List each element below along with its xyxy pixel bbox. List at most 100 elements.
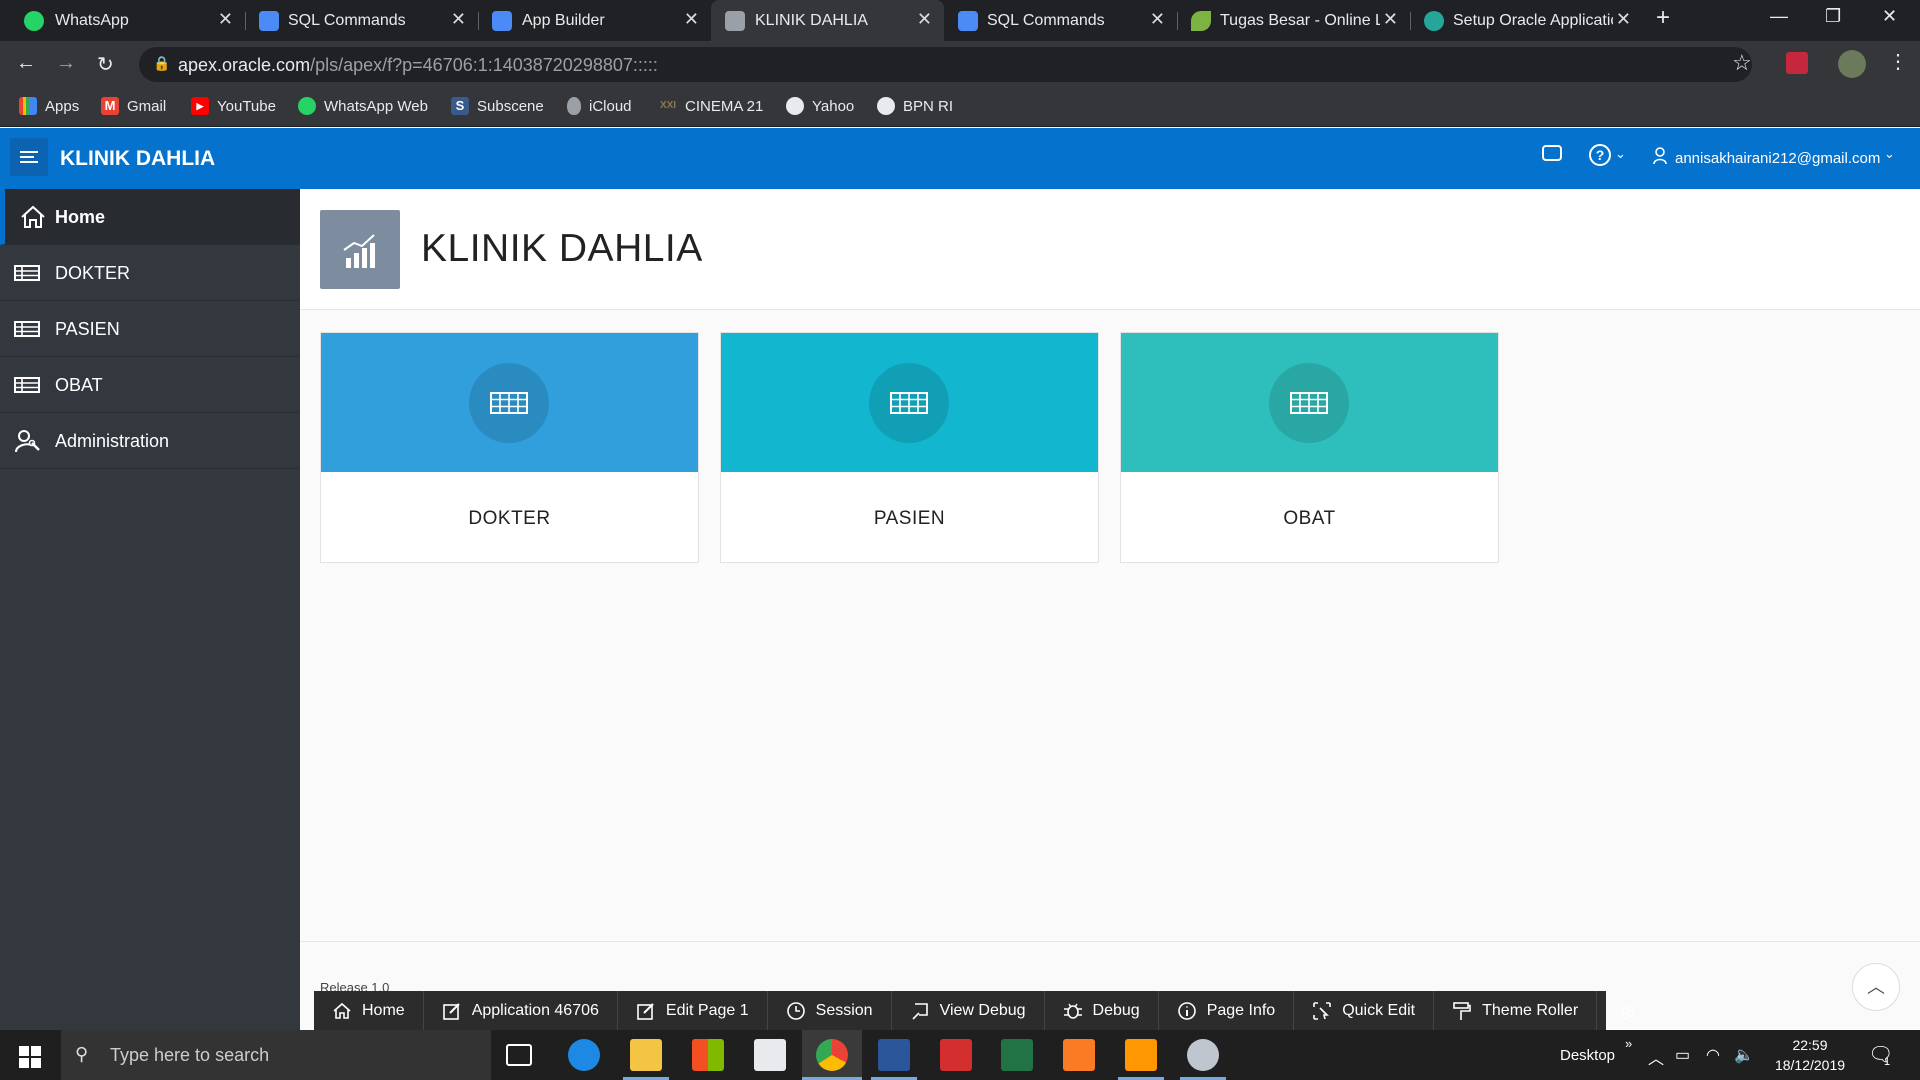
dev-session-button[interactable]: Session <box>768 991 892 1030</box>
tab-tugas-besar[interactable]: Tugas Besar - Online L ✕ <box>1177 0 1410 41</box>
chrome-icon[interactable] <box>816 1039 848 1071</box>
dev-application-button[interactable]: Application 46706 <box>424 991 618 1030</box>
volume-icon[interactable]: 🔈 <box>1734 1045 1754 1065</box>
wifi-icon[interactable]: ◠ <box>1706 1045 1720 1065</box>
card-icon-circle <box>869 363 949 443</box>
taskbar-search-box[interactable]: ⚲ Type here to search <box>61 1030 491 1080</box>
user-email[interactable]: annisakhairani212@gmail.com <box>1675 150 1880 167</box>
tab-sql-commands-2[interactable]: SQL Commands ✕ <box>944 0 1177 41</box>
forward-arrow-icon[interactable]: → <box>56 52 76 75</box>
footer-divider <box>300 941 1920 942</box>
app-title[interactable]: KLINIK DAHLIA <box>60 147 215 171</box>
bookmark-bpn-ri[interactable]: BPN RI <box>877 97 953 115</box>
card-icon-circle <box>469 363 549 443</box>
tab-whatsapp[interactable]: WhatsApp ✕ <box>0 0 245 41</box>
double-chevron-icon[interactable]: » <box>1625 1036 1632 1051</box>
sidebar-item-pasien[interactable]: PASIEN <box>0 301 300 357</box>
new-tab-button[interactable]: + <box>1656 4 1670 32</box>
minimize-button[interactable]: — <box>1770 6 1788 27</box>
close-icon[interactable]: ✕ <box>218 9 233 30</box>
close-icon[interactable]: ✕ <box>1616 9 1631 30</box>
help-icon[interactable]: ? <box>1589 144 1611 166</box>
back-arrow-icon[interactable]: ← <box>16 52 36 75</box>
scroll-to-top-button[interactable]: ︿ <box>1852 963 1900 1011</box>
chevron-up-icon[interactable]: ︿ <box>1648 1045 1664 1069</box>
close-icon[interactable]: ✕ <box>684 9 699 30</box>
close-icon[interactable]: ✕ <box>1150 9 1165 30</box>
restore-button[interactable]: ❐ <box>1825 6 1841 27</box>
dev-item-label: Debug <box>1092 1001 1140 1019</box>
dev-page-info-button[interactable]: Page Info <box>1159 991 1295 1030</box>
clock-icon <box>786 1001 806 1021</box>
word-icon[interactable] <box>878 1039 910 1071</box>
cursor-icon <box>1312 1001 1332 1021</box>
dev-home-button[interactable]: Home <box>314 991 424 1030</box>
dev-settings-button[interactable] <box>1597 991 1653 1030</box>
card-dokter[interactable]: DOKTER <box>320 332 699 563</box>
url-text[interactable]: apex.oracle.com/pls/apex/f?p=46706:1:140… <box>178 55 658 76</box>
windows-start-icon[interactable] <box>19 1046 41 1068</box>
kebab-menu-icon[interactable]: ⋮ <box>1888 49 1908 74</box>
dev-edit-page-button[interactable]: Edit Page 1 <box>618 991 768 1030</box>
close-window-button[interactable]: ✕ <box>1882 6 1897 27</box>
sidebar-item-obat[interactable]: OBAT <box>0 357 300 413</box>
profile-avatar[interactable] <box>1838 50 1866 78</box>
store-icon[interactable] <box>692 1039 724 1071</box>
bookmark-gmail[interactable]: M Gmail <box>101 97 166 115</box>
chevron-down-icon[interactable]: ⌄ <box>1884 146 1895 162</box>
bookmark-subscene[interactable]: S Subscene <box>451 97 544 115</box>
feedback-chat-icon[interactable] <box>1542 145 1562 161</box>
sidebar-item-administration[interactable]: Administration <box>0 413 300 469</box>
close-icon[interactable]: ✕ <box>1383 9 1398 30</box>
file-explorer-icon[interactable] <box>630 1039 662 1071</box>
clock-time: 22:59 <box>1792 1037 1828 1053</box>
dev-debug-button[interactable]: Debug <box>1045 991 1159 1030</box>
edge-icon[interactable] <box>568 1039 600 1071</box>
star-bookmark-icon[interactable]: ☆ <box>1732 50 1752 76</box>
close-icon[interactable]: ✕ <box>917 9 932 30</box>
dev-quick-edit-button[interactable]: Quick Edit <box>1294 991 1435 1030</box>
excel-icon[interactable] <box>1001 1039 1033 1071</box>
menu-toggle-button[interactable] <box>10 138 48 176</box>
sidebar-item-home[interactable]: Home <box>0 189 300 245</box>
dev-view-debug-button[interactable]: View Debug <box>892 991 1045 1030</box>
card-pasien[interactable]: PASIEN <box>720 332 1099 563</box>
sublime-text-icon[interactable] <box>1125 1039 1157 1071</box>
chevron-down-icon[interactable]: ⌄ <box>1615 146 1626 162</box>
tab-klinik-dahlia[interactable]: KLINIK DAHLIA ✕ <box>711 0 944 41</box>
user-icon[interactable] <box>1653 147 1667 165</box>
bookmark-whatsapp-web[interactable]: WhatsApp Web <box>298 97 428 115</box>
tab-setup-oracle[interactable]: Setup Oracle Applicatio ✕ <box>1410 0 1643 41</box>
home-icon <box>332 1001 352 1021</box>
snipping-tool-icon[interactable] <box>1187 1039 1219 1071</box>
paint-roller-icon <box>1452 1001 1472 1021</box>
pocket-extension-icon[interactable] <box>1786 52 1808 74</box>
tab-sql-commands[interactable]: SQL Commands ✕ <box>245 0 478 41</box>
desktop-toolbar-label[interactable]: Desktop <box>1560 1047 1615 1064</box>
reload-icon[interactable]: ↻ <box>97 52 114 77</box>
bookmark-youtube[interactable]: ▶ YouTube <box>191 97 276 115</box>
gift-icon[interactable] <box>940 1039 972 1071</box>
dev-theme-roller-button[interactable]: Theme Roller <box>1434 991 1598 1030</box>
task-view-icon[interactable] <box>506 1044 532 1066</box>
close-icon[interactable]: ✕ <box>451 9 466 30</box>
cinema-icon: XXI <box>659 100 677 111</box>
address-bar[interactable]: 🔒 apex.oracle.com/pls/apex/f?p=46706:1:1… <box>139 47 1752 82</box>
lock-icon[interactable]: 🔒 <box>153 55 170 72</box>
sidebar-item-dokter[interactable]: DOKTER <box>0 245 300 301</box>
chart-icon <box>320 210 400 289</box>
sidebar-item-label: Home <box>55 207 106 227</box>
tab-title: SQL Commands <box>987 12 1105 29</box>
xampp-icon[interactable] <box>1063 1039 1095 1071</box>
bookmark-apps[interactable]: Apps <box>19 97 79 115</box>
bookmark-cinema21[interactable]: XXI CINEMA 21 <box>659 97 763 115</box>
bookmark-icloud[interactable]: iCloud <box>567 97 632 115</box>
tab-app-builder[interactable]: App Builder ✕ <box>478 0 711 41</box>
battery-icon[interactable]: ▭ <box>1675 1045 1690 1065</box>
mail-icon[interactable] <box>754 1039 786 1071</box>
dev-item-label: Theme Roller <box>1482 1001 1579 1019</box>
clock[interactable]: 22:59 18/12/2019 <box>1760 1035 1860 1075</box>
notification-count: 1 <box>1884 1056 1891 1068</box>
bookmark-yahoo[interactable]: Yahoo <box>786 97 854 115</box>
card-obat[interactable]: OBAT <box>1120 332 1499 563</box>
